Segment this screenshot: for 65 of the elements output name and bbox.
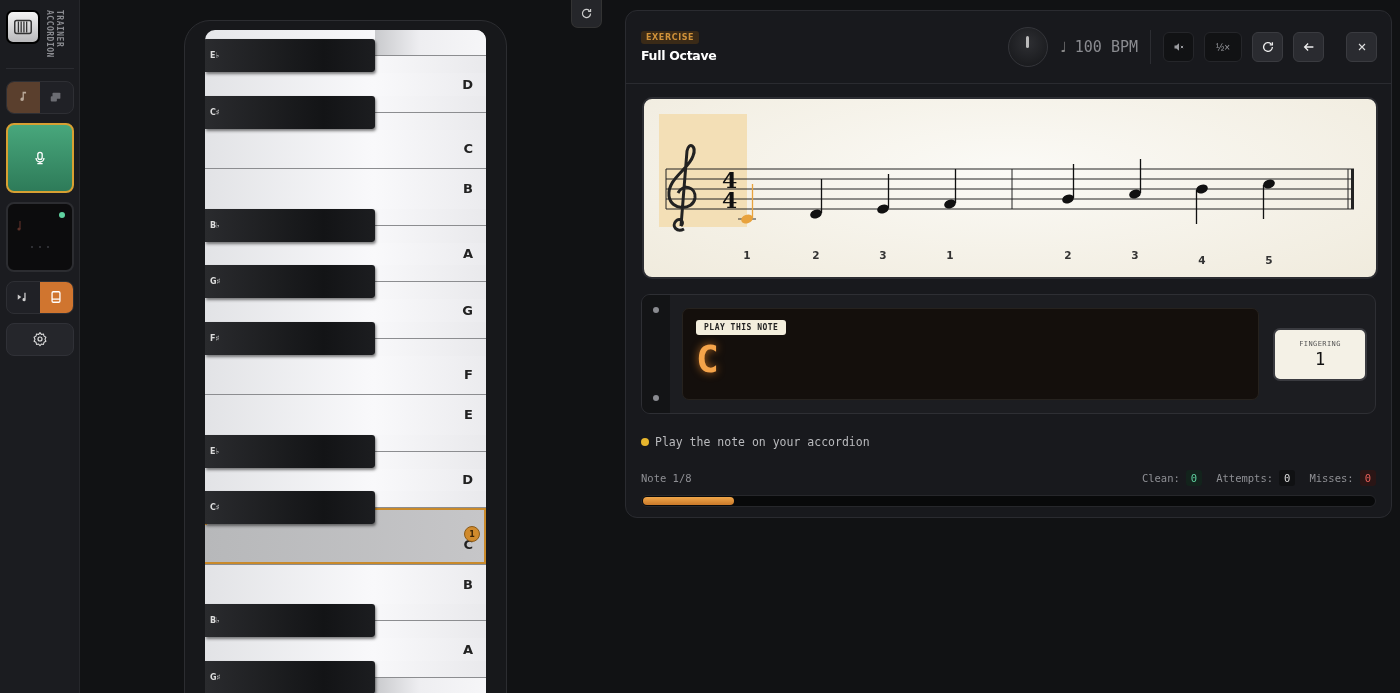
fingering-value: 1 [1314,348,1326,369]
half-speed-button[interactable]: ½× [1204,32,1242,62]
final-barline [1347,168,1354,210]
status-dot [641,438,649,446]
key-label: E [464,407,473,423]
sharp-key[interactable]: E♭ [205,434,375,468]
stat-label: Attempts: [1216,472,1274,484]
tempo-readout: 100 BPM [1074,38,1138,56]
refresh-button[interactable] [571,0,602,28]
settings-icon [31,331,48,348]
close-button[interactable] [1346,32,1377,62]
fingering-number: 3 [879,249,887,261]
target-note: C [696,337,719,381]
refresh-icon [580,7,593,20]
restart-button[interactable] [1252,32,1283,62]
exercise-badge: EXERCISE [641,31,700,44]
back-arrow-icon [1301,40,1316,54]
tempo-knob[interactable] [1008,27,1049,67]
key-label: B [463,576,473,592]
play-note-label: PLAY THIS NOTE [696,320,787,335]
key-label: C [463,141,473,157]
sharp-key[interactable]: G♯ [205,265,375,298]
key-label: A [462,641,473,657]
fingering-number: 3 [1131,249,1139,261]
key-label: G [462,302,473,318]
app-title: ACCORDION [44,10,54,58]
restart-icon [1260,40,1275,54]
key-label: F [464,367,473,383]
microphone-button[interactable] [5,122,74,193]
book-mode-button[interactable] [39,281,73,313]
stat-value: 0 [1279,470,1296,486]
key-label: D [462,472,473,488]
sharp-key[interactable]: B♭ [205,208,375,242]
sharp-key[interactable]: B♭ [205,604,375,637]
key-label: A [462,246,473,262]
stat-label: Misses: [1309,472,1354,484]
back-button[interactable] [1293,32,1324,62]
fingering-number: 5 [1265,254,1273,266]
fingering-number: 2 [1064,249,1072,261]
note-mode-button[interactable] [6,81,40,113]
stat-value: 0 [1359,470,1376,486]
sharp-key[interactable]: C♯ [205,491,375,524]
speaker-muted-icon [1172,41,1185,53]
sharp-key[interactable]: F♯ [205,321,375,355]
accordion-logo-icon [5,10,40,44]
sharp-key[interactable]: C♯ [205,95,375,129]
settings-button[interactable] [5,322,74,356]
key-label: D [462,76,473,92]
sharp-key[interactable]: G♯ [205,660,375,693]
quarter-note-symbol: ♩ [1060,39,1067,55]
fingering-number: 1 [743,249,751,261]
fingering-number: 4 [1198,254,1206,266]
book-icon [49,290,63,305]
fingering-number: 1 [946,249,954,261]
app-title: TRAINER [54,10,64,50]
mute-button[interactable] [1163,32,1194,62]
stat-value: 0 [1185,470,1203,486]
exercise-title: Full Octave [641,48,717,63]
status-message: Play the note on your accordion [655,435,870,449]
note-counter: Note 1/8 [641,472,692,484]
treble-clef-icon [667,144,697,232]
stat-label: Clean: [1141,472,1180,484]
fingering-number: 2 [812,249,820,261]
key-label: B [463,181,473,197]
sharp-key[interactable]: E♭ [205,39,375,72]
